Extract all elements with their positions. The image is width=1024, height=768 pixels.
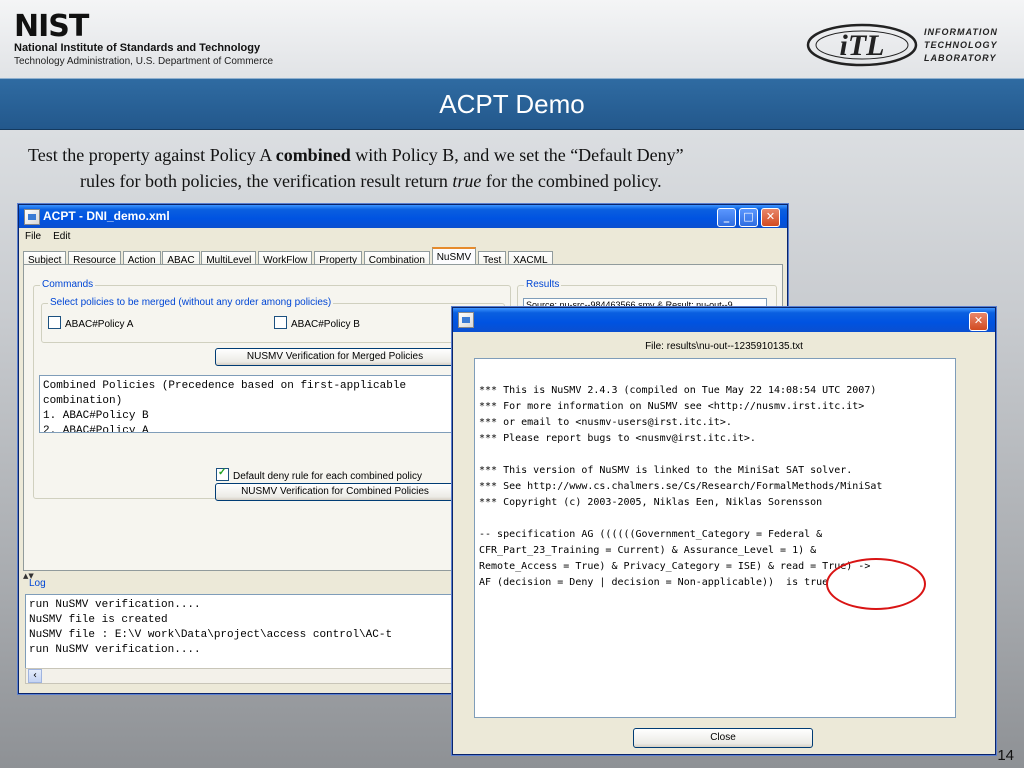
window-title-bar[interactable]: ACPT - DNI_demo.xml _ □ ✕	[19, 205, 787, 228]
results-dialog: ✕ File: results\nu-out--1235910135.txt *…	[452, 307, 996, 755]
dialog-title-bar[interactable]: ✕	[453, 308, 995, 332]
verify-combined-button[interactable]: NUSMV Verification for Combined Policies	[215, 483, 455, 501]
menu-file[interactable]: File	[19, 228, 47, 242]
checkbox-box[interactable]	[274, 316, 287, 329]
caption-text: for the combined policy.	[481, 171, 662, 191]
commands-group: Commands Select policies to be merged (w…	[33, 279, 511, 501]
default-deny-checkbox[interactable]: Default deny rule for each combined poli…	[216, 467, 422, 482]
close-dialog-button[interactable]: ✕	[969, 312, 988, 331]
itl-logo-icon: iTL	[806, 23, 918, 67]
slide-caption: Test the property against Policy A combi…	[28, 142, 908, 194]
policy-b-label: ABAC#Policy B	[291, 319, 360, 330]
merge-group: Select policies to be merged (without an…	[41, 297, 505, 343]
merge-group-label: Select policies to be merged (without an…	[48, 297, 334, 308]
policy-a-label: ABAC#Policy A	[65, 319, 134, 330]
slide-title-bar: ACPT Demo	[0, 78, 1024, 130]
commands-label: Commands	[40, 279, 96, 290]
tab-strip: Subject Resource Action ABAC MultiLevel …	[23, 247, 553, 269]
menu-edit[interactable]: Edit	[47, 228, 76, 242]
verify-merged-button[interactable]: NUSMV Verification for Merged Policies	[215, 348, 455, 366]
results-label: Results	[524, 279, 562, 290]
page-number: 14	[997, 747, 1014, 764]
default-deny-label: Default deny rule for each combined poli…	[233, 471, 422, 482]
checkbox-box[interactable]	[48, 316, 61, 329]
menu-bar: File Edit	[19, 228, 787, 246]
itl-line: TECHNOLOGY	[924, 40, 998, 50]
caption-text: Test the property against Policy A	[28, 145, 276, 165]
result-highlight-circle	[826, 558, 926, 610]
caption-line-2: rules for both policies, the verificatio…	[28, 168, 908, 194]
caption-italic: true	[452, 171, 482, 191]
log-label: Log	[29, 578, 46, 589]
java-app-icon	[24, 209, 40, 225]
file-label: File: results\nu-out--1235910135.txt	[645, 341, 803, 352]
caption-text: with Policy B, and we set the “Default D…	[350, 145, 684, 165]
maximize-button[interactable]: □	[739, 208, 758, 227]
slide-header: NIST National Institute of Standards and…	[0, 0, 1024, 78]
org-name: National Institute of Standards and Tech…	[14, 42, 261, 54]
itl-line: LABORATORY	[924, 53, 997, 63]
checkbox-checked[interactable]	[216, 467, 229, 481]
itl-name: INFORMATION TECHNOLOGY LABORATORY	[924, 26, 998, 65]
policy-a-checkbox[interactable]: ABAC#Policy A	[48, 316, 133, 330]
nusmv-output-text[interactable]: *** This is NuSMV 2.4.3 (compiled on Tue…	[474, 358, 956, 718]
combined-policies-text[interactable]: Combined Policies (Precedence based on f…	[39, 375, 507, 433]
itl-logo-text: iTL	[840, 29, 885, 62]
minimize-button[interactable]: _	[717, 208, 736, 227]
slide-title: ACPT Demo	[439, 89, 585, 119]
java-app-icon	[458, 312, 474, 328]
nist-logo: NIST	[14, 9, 89, 44]
close-button[interactable]: Close	[633, 728, 813, 748]
caption-bold: combined	[275, 145, 351, 165]
scroll-left-icon[interactable]: ‹	[28, 669, 42, 683]
itl-line: INFORMATION	[924, 27, 998, 37]
window-title: ACPT - DNI_demo.xml	[43, 209, 170, 223]
caption-text: rules for both policies, the verificatio…	[80, 171, 453, 191]
policy-b-checkbox[interactable]: ABAC#Policy B	[274, 316, 360, 330]
org-dept: Technology Administration, U.S. Departme…	[14, 56, 273, 67]
close-window-button[interactable]: ✕	[761, 208, 780, 227]
